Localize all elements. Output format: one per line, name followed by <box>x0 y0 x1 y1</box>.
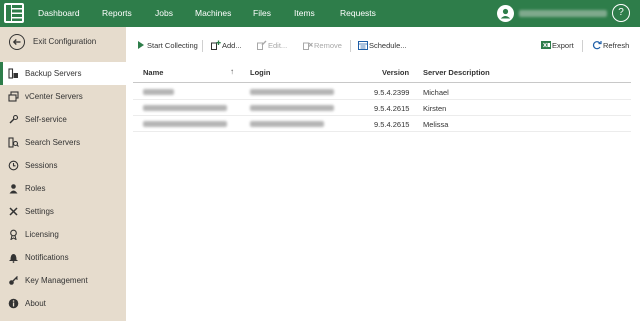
self-service-icon <box>8 114 19 125</box>
redacted-login <box>250 89 334 95</box>
user-menu[interactable] <box>497 5 612 22</box>
info-icon <box>8 298 19 309</box>
schedule-icon <box>358 40 368 50</box>
clock-icon <box>8 160 19 171</box>
schedule-label: Schedule... <box>369 41 407 50</box>
description-cell: Michael <box>423 88 449 97</box>
version-cell: 9.5.4.2615 <box>374 104 410 113</box>
sidebar-item-label: Settings <box>25 207 54 216</box>
redacted-login <box>250 121 324 127</box>
refresh-icon <box>592 40 602 50</box>
sidebar-item-backup-servers[interactable]: Backup Servers <box>0 62 126 85</box>
key-icon <box>8 275 19 286</box>
toolbar-divider <box>350 40 351 52</box>
table-row[interactable]: 9.5.4.2399 Michael <box>133 84 631 100</box>
bell-icon <box>8 252 19 263</box>
nav-machines[interactable]: Machines <box>195 0 231 27</box>
sidebar-item-vcenter-servers[interactable]: vCenter Servers <box>0 85 126 108</box>
remove-label: Remove <box>314 41 342 50</box>
column-header-server-description[interactable]: Server Description <box>423 68 490 77</box>
refresh-label: Refresh <box>603 41 630 50</box>
sidebar-item-label: Sessions <box>25 161 58 170</box>
sidebar-item-label: Search Servers <box>25 138 81 147</box>
nav-dashboard[interactable]: Dashboard <box>38 0 80 27</box>
vcenter-icon <box>8 91 19 102</box>
sidebar-item-label: Backup Servers <box>25 69 82 78</box>
table-header: Name ↑ Login Version Server Description <box>133 63 631 83</box>
sidebar-item-search-servers[interactable]: Search Servers <box>0 131 126 154</box>
play-icon <box>136 40 146 50</box>
nav-jobs[interactable]: Jobs <box>155 0 173 27</box>
sidebar-item-sessions[interactable]: Sessions <box>0 154 126 177</box>
export-label: Export <box>552 41 574 50</box>
sidebar-item-licensing[interactable]: Licensing <box>0 223 126 246</box>
app-logo-icon[interactable] <box>4 3 24 23</box>
user-icon <box>8 183 19 194</box>
nav-files[interactable]: Files <box>253 0 271 27</box>
sidebar-item-notifications[interactable]: Notifications <box>0 246 126 269</box>
user-name-redacted <box>519 10 607 17</box>
sidebar-item-label: Notifications <box>25 253 69 262</box>
redacted-login <box>250 105 334 111</box>
excel-export-icon <box>541 40 551 50</box>
table-row[interactable]: 9.5.4.2615 Melissa <box>133 116 631 132</box>
sidebar-item-label: vCenter Servers <box>25 92 83 101</box>
nav-reports[interactable]: Reports <box>102 0 132 27</box>
back-arrow-icon <box>9 34 25 50</box>
edit-icon <box>257 40 267 50</box>
table-row[interactable]: 9.5.4.2615 Kirsten <box>133 100 631 116</box>
description-cell: Kirsten <box>423 104 447 113</box>
redacted-name <box>143 89 174 95</box>
column-header-login[interactable]: Login <box>250 68 270 77</box>
user-avatar-icon <box>497 5 514 22</box>
column-header-version[interactable]: Version <box>382 68 409 77</box>
sidebar-item-self-service[interactable]: Self-service <box>0 108 126 131</box>
sidebar-item-key-management[interactable]: Key Management <box>0 269 126 292</box>
backup-servers-icon <box>8 68 19 79</box>
version-cell: 9.5.4.2615 <box>374 120 410 129</box>
redacted-name <box>143 121 227 127</box>
top-navigation-bar: Dashboard Reports Jobs Machines Files It… <box>0 0 640 27</box>
column-header-name[interactable]: Name <box>143 68 163 77</box>
sidebar-item-roles[interactable]: Roles <box>0 177 126 200</box>
toolbar-divider <box>202 40 203 52</box>
exit-configuration-button[interactable]: Exit Configuration <box>0 27 126 57</box>
version-cell: 9.5.4.2399 <box>374 88 410 97</box>
start-collecting-label: Start Collecting <box>147 41 198 50</box>
sidebar-item-label: Roles <box>25 184 46 193</box>
exit-configuration-label: Exit Configuration <box>33 37 97 46</box>
wrench-icon <box>8 206 19 217</box>
add-server-icon <box>211 40 221 50</box>
toolbar-divider <box>582 40 583 52</box>
sidebar-item-label: Self-service <box>25 115 67 124</box>
nav-items[interactable]: Items <box>294 0 315 27</box>
sidebar-item-about[interactable]: About <box>0 292 126 315</box>
help-button[interactable]: ? <box>612 4 630 22</box>
sidebar-item-label: Key Management <box>25 276 88 285</box>
search-servers-icon <box>8 137 19 148</box>
nav-requests[interactable]: Requests <box>340 0 376 27</box>
sidebar: Exit Configuration Backup Servers vCente… <box>0 27 126 321</box>
remove-icon <box>303 40 313 50</box>
sidebar-item-label: Licensing <box>25 230 59 239</box>
add-label: Add... <box>222 41 242 50</box>
redacted-name <box>143 105 227 111</box>
sidebar-item-settings[interactable]: Settings <box>0 200 126 223</box>
license-icon <box>8 229 19 241</box>
edit-label: Edit... <box>268 41 288 50</box>
sidebar-item-label: About <box>25 299 46 308</box>
sort-ascending-icon[interactable]: ↑ <box>230 67 234 76</box>
description-cell: Melissa <box>423 120 449 129</box>
